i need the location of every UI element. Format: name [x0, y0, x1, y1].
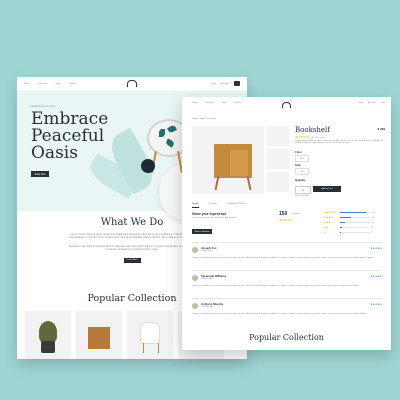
review-header-title: Share your experience	[192, 212, 227, 216]
review-item: Savannah Williams 1 week ago ★★★★★ Lorem…	[192, 270, 382, 299]
review-item: Joseph Fox 2 days ago ★★★★★ Lorem ipsum …	[192, 242, 382, 271]
product-page-mockup: Home Collection Shop Contact Blog Accoun…	[182, 97, 391, 350]
review-stars: ★★★★★	[370, 275, 382, 278]
product-description: Lorem ipsum dolor sit amet consectetur a…	[295, 140, 383, 144]
section-paragraph: Lorem ipsum dolor sit amet consectetur a…	[68, 233, 196, 240]
tab-reviews[interactable]: Reviews	[209, 203, 217, 208]
nav-link[interactable]: Shop	[55, 83, 60, 85]
quantity-stepper[interactable]: 1	[295, 186, 311, 194]
product-title: Bookshelf	[295, 126, 330, 134]
shop-now-button[interactable]: Shop Now	[31, 171, 49, 177]
review-count-label: Reviews	[292, 213, 301, 215]
product-card-table[interactable]	[76, 311, 122, 359]
product-price: $ 299	[377, 127, 385, 131]
quantity-label: Quantity	[295, 179, 306, 182]
product-tabs: Details Reviews Shipping & Returns	[192, 203, 246, 208]
hero-kicker: Welcome to our store	[31, 105, 56, 108]
nav-link[interactable]: Shop	[221, 102, 226, 104]
top-nav: Home Collection Shop Contact Blog Accoun…	[182, 97, 391, 111]
rating-bar: ★★★★ 20	[324, 216, 375, 219]
tab-details[interactable]: Details	[192, 203, 199, 208]
rating-bar: ★★★ 6	[324, 221, 374, 224]
blog-link[interactable]: Blog	[359, 102, 363, 104]
cart-link[interactable]: Cart	[381, 102, 385, 104]
color-label: Color	[295, 151, 302, 154]
review-stars: ★★★★★	[370, 247, 382, 250]
thumbnail-list	[267, 126, 289, 192]
review-text: Lorem ipsum dolor sit amet consectetur a…	[192, 257, 375, 259]
product-card-chair[interactable]	[127, 311, 173, 359]
rating-stars: ★★★★★ 150 Reviews	[295, 135, 326, 139]
nav-link[interactable]: Home	[24, 83, 30, 85]
side-table-icon	[88, 327, 110, 349]
color-option[interactable]: Oak	[295, 155, 309, 162]
logo-icon[interactable]	[282, 102, 291, 108]
nav-link[interactable]: Contact	[69, 83, 77, 85]
tab-shipping[interactable]: Shipping & Returns	[227, 203, 246, 208]
cart-icon[interactable]	[234, 81, 240, 86]
write-review-button[interactable]: Write a Review	[192, 229, 212, 234]
top-nav: Home Collection Shop Contact Login Regis…	[17, 77, 247, 91]
rating-bar: ★★ 3	[324, 226, 374, 229]
logo-icon[interactable]	[127, 80, 137, 87]
hero-title: Embrace Peaceful Oasis	[31, 109, 109, 163]
rating-breakdown: ★★★★★ 120 ★★★★ 20 ★★★ 6 ★★ 3 ★ 1	[324, 211, 377, 234]
thumbnail[interactable]	[267, 126, 289, 146]
review-date: 2 days ago	[201, 250, 212, 252]
size-option[interactable]: M	[295, 168, 309, 175]
product-main-image[interactable]	[192, 126, 264, 194]
product-card-plant[interactable]	[25, 311, 71, 359]
shelf-leg	[214, 175, 220, 191]
learn-more-button[interactable]: Learn More	[123, 257, 141, 263]
review-header-sub: Let us know what you think about this pr…	[192, 217, 237, 219]
lamp-image	[141, 159, 155, 173]
avatar	[192, 247, 198, 253]
review-count: 150	[279, 211, 288, 217]
review-text: Lorem ipsum dolor sit amet consectetur a…	[192, 285, 360, 287]
rating-stars: ★★★★★	[279, 218, 293, 222]
review-stars: ★★★★★	[370, 303, 382, 306]
rating-bar: ★ 1	[324, 231, 374, 234]
nav-link[interactable]: Home	[192, 102, 198, 104]
thumbnail[interactable]	[267, 149, 289, 169]
plant-icon	[39, 321, 57, 343]
add-to-cart-button[interactable]: Add to Cart	[313, 186, 341, 192]
avatar	[192, 303, 198, 309]
nav-link[interactable]: Collection	[38, 83, 48, 85]
shelf-leg	[246, 175, 252, 191]
chair-legs-icon	[143, 343, 159, 353]
share-links[interactable]: Share Wishlist	[295, 195, 309, 197]
popular-collection-title: Popular Collection	[249, 333, 324, 342]
rating-bar: ★★★★★ 120	[324, 211, 376, 214]
pot-icon	[41, 341, 55, 353]
register-link[interactable]: Register	[221, 83, 229, 85]
leaf-pattern	[159, 129, 165, 137]
review-item: Anthony Murphy 2 weeks ago ★★★★★ Lorem i…	[192, 298, 382, 327]
login-link[interactable]: Login	[210, 83, 215, 85]
thumbnail[interactable]	[267, 172, 289, 192]
nav-link[interactable]: Collection	[205, 102, 215, 104]
chair-icon	[141, 323, 159, 343]
review-text: Lorem ipsum dolor sit amet consectetur a…	[192, 313, 368, 315]
size-label: Size	[295, 164, 301, 167]
shelf-door	[230, 150, 248, 176]
avatar	[192, 275, 198, 281]
review-date: 1 week ago	[201, 278, 213, 280]
review-header: Share your experience Let us know what y…	[192, 212, 252, 219]
nav-link[interactable]: Contact	[234, 102, 242, 104]
review-date: 2 weeks ago	[201, 306, 214, 308]
account-link[interactable]: Account	[368, 102, 376, 104]
section-paragraph: Duis aute irure dolor in reprehenderit i…	[68, 244, 196, 252]
breadcrumb[interactable]: Home / Shop / Bookshelf	[192, 118, 216, 120]
